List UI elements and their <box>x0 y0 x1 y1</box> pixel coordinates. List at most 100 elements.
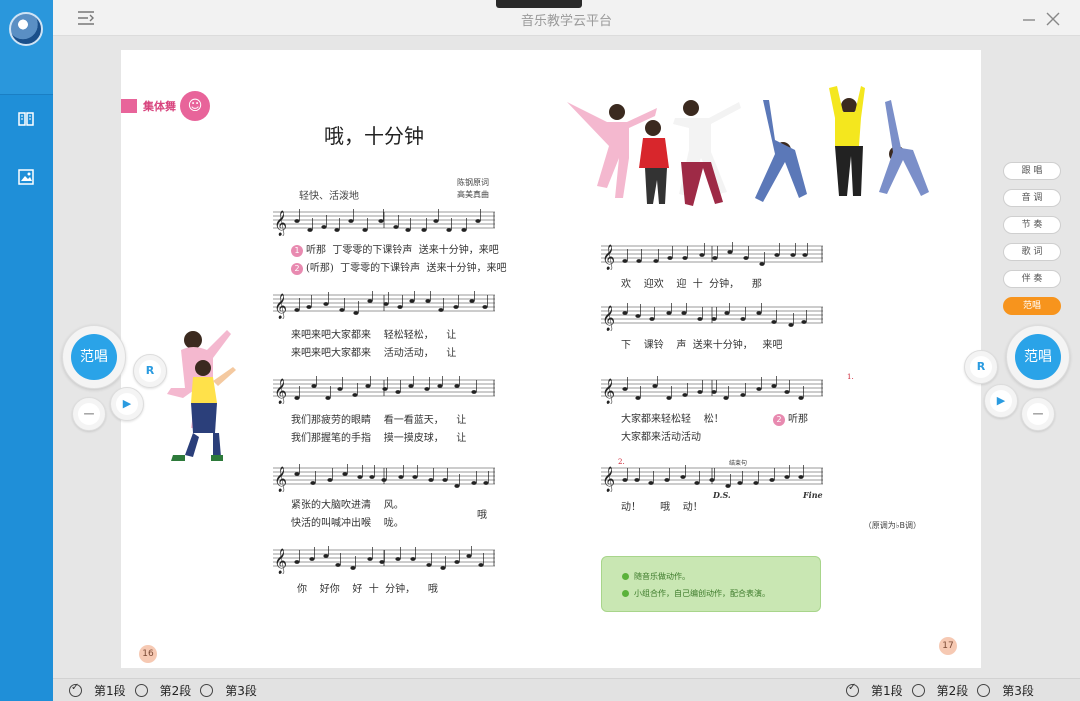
lyric-line-r2: 下 课铃 声 送来十分钟， 来吧 <box>621 340 783 351</box>
lyric-verse-2-marker: 2 听那 <box>773 410 808 426</box>
lyric-line-1b: 2 (听那) 丁零零的下课铃声 送来十分钟，来吧 <box>291 259 507 275</box>
sidebar <box>0 0 53 701</box>
book-icon[interactable] <box>16 110 36 128</box>
ending-label: 结束句 <box>729 460 748 467</box>
dance-icon: ☺ <box>180 91 210 121</box>
segment-option[interactable]: 第2段 <box>911 682 968 699</box>
repeat-button-left[interactable]: R <box>133 354 167 388</box>
svg-text:𝄞: 𝄞 <box>274 378 287 404</box>
demo-sing-button-left[interactable]: 范唱 <box>62 325 126 389</box>
lyric-line-r5: 动！ 哦 动！ <box>621 502 703 513</box>
svg-text:𝄞: 𝄞 <box>602 305 615 331</box>
mode-accompaniment-button[interactable]: 伴 奏 <box>1003 270 1061 288</box>
stop-icon: — <box>1027 403 1049 425</box>
svg-text:𝄞: 𝄞 <box>274 548 287 574</box>
textbook-spread: 集体舞 ☺ 哦，十分钟 轻快、活泼地 陈钢原词 高美真曲 𝄞 1 听那 丁零零的下 <box>121 50 981 668</box>
right-page: 𝄞 欢 迎欢 迎 十 分钟， 那 𝄞 下 课铃 声 送来十分钟， 来吧 𝄞 1.… <box>551 50 981 668</box>
bottom-bar: 第1段 第2段 第3段 第1段 第2段 第3段 <box>53 678 1080 701</box>
sidebar-logo-area <box>0 0 53 95</box>
activity-tip-box: 随音乐做动作。 小组合作，自己编创动作，配合表演。 <box>601 556 821 612</box>
svg-text:𝄞: 𝄞 <box>274 293 287 319</box>
mode-demo-button[interactable]: 范唱 <box>1003 297 1061 315</box>
play-icon: ▶ <box>990 390 1012 412</box>
title-bar: 音乐教学云平台 <box>53 0 1080 36</box>
radio-checked-icon[interactable] <box>846 682 859 697</box>
lyric-line-1a: 1 听那 丁零零的下课铃声 送来十分钟，来吧 <box>291 241 499 257</box>
segment-option[interactable]: 第3段 <box>200 682 257 699</box>
staff-row-4: 𝄞 <box>273 464 495 492</box>
segment-option[interactable]: 第3段 <box>977 682 1034 699</box>
staff-row-5: 𝄞 <box>273 546 495 574</box>
svg-text:𝄞: 𝄞 <box>602 466 615 492</box>
lyric-line-r4: 大家都来活动活动 <box>621 432 701 443</box>
segment-option[interactable]: 第1段 <box>846 682 903 699</box>
verse-number-1: 1 <box>291 245 303 257</box>
left-page: 集体舞 ☺ 哦，十分钟 轻快、活泼地 陈钢原词 高美真曲 𝄞 1 听那 丁零零的下 <box>121 50 551 668</box>
lyric-line-4a: 紧张的大脑吹进清 风。 <box>291 500 404 511</box>
second-ending-mark: 2. <box>618 458 625 466</box>
section-tag: 集体舞 ☺ <box>121 91 210 121</box>
radio-icon[interactable] <box>977 684 991 697</box>
staff-row-r3: 𝄞 <box>601 376 823 404</box>
children-photo-left <box>143 325 253 485</box>
radio-checked-icon[interactable] <box>69 682 82 697</box>
title-handle[interactable] <box>496 0 582 8</box>
lyric-line-5: 你 好你 好 十 分钟， 哦 <box>297 584 438 595</box>
mode-lyrics-button[interactable]: 歌 词 <box>1003 243 1061 261</box>
stop-button-right[interactable]: — <box>1021 397 1055 431</box>
stop-button-left[interactable]: — <box>72 397 106 431</box>
page-number-right: 17 <box>939 637 957 655</box>
svg-text:𝄞: 𝄞 <box>274 210 287 236</box>
song-title: 哦，十分钟 <box>324 124 424 148</box>
lyric-line-2a: 来吧来吧大家都来 轻松轻松， 让 <box>291 330 457 341</box>
play-button-left[interactable]: ▶ <box>110 387 144 421</box>
lyric-oh: 哦 <box>477 510 487 521</box>
segment-option[interactable]: 第1段 <box>69 682 126 699</box>
ds-marking: D.S. <box>713 490 731 500</box>
repeat-button-right[interactable]: R <box>964 350 998 384</box>
mode-sing-along-button[interactable]: 跟 唱 <box>1003 162 1061 180</box>
fine-marking: Fine <box>803 490 823 500</box>
lyric-line-r3: 大家都来轻松轻 松！ <box>621 414 724 425</box>
first-ending-mark: 1. <box>847 373 854 381</box>
radio-icon[interactable] <box>911 684 925 697</box>
image-icon[interactable] <box>16 168 36 186</box>
play-button-right[interactable]: ▶ <box>984 384 1018 418</box>
staff-row-r2: 𝄞 <box>601 303 823 331</box>
svg-text:𝄞: 𝄞 <box>602 378 615 404</box>
demo-sing-button-right[interactable]: 范唱 <box>1006 325 1070 389</box>
song-credits: 陈钢原词 高美真曲 <box>457 178 489 199</box>
app-logo <box>9 12 43 46</box>
mode-rhythm-button[interactable]: 节 奏 <box>1003 216 1061 234</box>
section-label: 集体舞 <box>143 100 176 113</box>
tip-line-1: 随音乐做动作。 <box>622 568 820 585</box>
segment-option[interactable]: 第2段 <box>134 682 191 699</box>
stop-icon: — <box>78 403 100 425</box>
radio-icon[interactable] <box>134 684 148 697</box>
mode-pitch-button[interactable]: 音 调 <box>1003 189 1061 207</box>
segment-selector-right: 第1段 第2段 第3段 <box>846 682 1043 699</box>
staff-row-r4: 𝄞 <box>601 464 823 492</box>
play-icon: ▶ <box>116 393 138 415</box>
children-photo-right <box>567 84 947 208</box>
radio-icon[interactable] <box>200 684 214 697</box>
key-note: （原调为♭B调） <box>863 521 921 530</box>
staff-row-3: 𝄞 <box>273 376 495 404</box>
page-number-left: 16 <box>139 645 157 663</box>
tempo-marking: 轻快、活泼地 <box>299 191 359 202</box>
staff-row-r1: 𝄞 <box>601 242 823 270</box>
minimize-icon[interactable] <box>1022 11 1036 25</box>
staff-row-1: 𝄞 <box>273 208 495 236</box>
app-title: 音乐教学云平台 <box>520 14 612 29</box>
lyric-line-r1: 欢 迎欢 迎 十 分钟， 那 <box>621 279 762 290</box>
svg-text:𝄞: 𝄞 <box>274 466 287 492</box>
lyric-line-2b: 来吧来吧大家都来 活动活动， 让 <box>291 348 457 359</box>
verse-number-2: 2 <box>291 263 303 275</box>
svg-text:𝄞: 𝄞 <box>602 244 615 270</box>
staff-row-2: 𝄞 <box>273 291 495 319</box>
lyric-line-3a: 我们那疲劳的眼睛 看一看蓝天， 让 <box>291 415 467 426</box>
lyric-line-4b: 快活的叫喊冲出喉 咙。 <box>291 518 404 529</box>
segment-selector-left: 第1段 第2段 第3段 <box>69 682 266 699</box>
close-icon[interactable] <box>1046 11 1060 26</box>
tip-line-2: 小组合作，自己编创动作，配合表演。 <box>622 585 820 602</box>
